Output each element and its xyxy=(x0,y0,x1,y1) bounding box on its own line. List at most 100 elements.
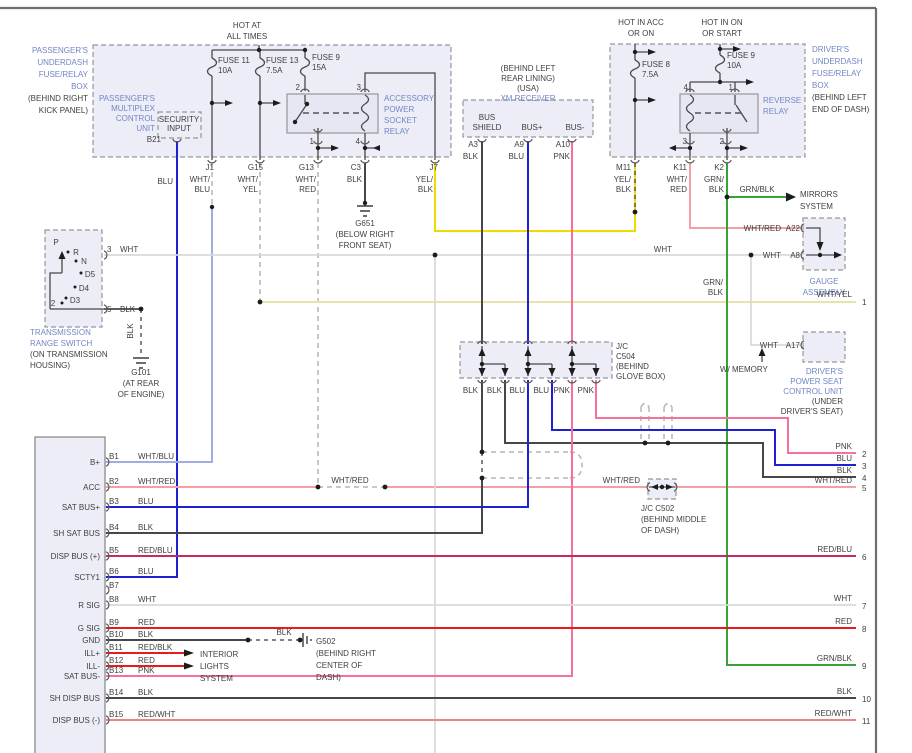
wire-color: WHT xyxy=(834,594,852,603)
gear-n: N xyxy=(81,257,87,266)
label-seat-unit-loc: DRIVER'S SEAT) xyxy=(781,407,844,416)
pin-relay1-2: 2 xyxy=(296,83,301,92)
wire-color: BLK xyxy=(138,630,154,639)
pin-b3: B3 xyxy=(109,497,119,506)
label-g502: G502 xyxy=(316,637,336,646)
signal-sh-sat-bus: SH SAT BUS xyxy=(53,529,100,538)
wire-color: PNK xyxy=(578,386,595,395)
label-multiplex-unit: MULTIPLEX xyxy=(111,104,156,113)
gauge-assembly-box xyxy=(802,217,846,271)
label-passenger-box-loc: (BEHIND RIGHT xyxy=(28,94,88,103)
wire-color: WHT/RED xyxy=(603,476,641,485)
pin-a8: A8 xyxy=(790,251,800,260)
label-seat-unit-loc: (UNDER xyxy=(812,397,843,406)
pin-relay2-4: 4 xyxy=(684,83,689,92)
label-jc-c502: (BEHIND MIDDLE xyxy=(641,515,706,524)
wire-color: GRN/BLK xyxy=(739,185,775,194)
pin-b4: B4 xyxy=(109,523,119,532)
label-hot-in-on: HOT IN ON xyxy=(701,18,742,27)
wire-color: BLK xyxy=(463,386,479,395)
label-passenger-box: BOX xyxy=(71,82,89,91)
wire-color: RED xyxy=(138,618,155,627)
pin-trans-5: 5 xyxy=(107,305,112,314)
pin-b8: B8 xyxy=(109,595,119,604)
label-reverse-relay: REVERSE xyxy=(763,96,801,105)
pin-b11: B11 xyxy=(109,643,123,652)
wire-color: PNK xyxy=(554,152,571,161)
wire-color: WHT xyxy=(120,245,138,254)
wire-color: RED xyxy=(138,656,155,665)
label-passenger-box: UNDERDASH xyxy=(37,58,88,67)
wire-color: WHT/RED xyxy=(331,476,369,485)
label-reverse-relay: RELAY xyxy=(763,107,789,116)
wire-color: YEL xyxy=(243,185,259,194)
label-accessory-relay: POWER xyxy=(384,105,414,114)
label-jc-c504: GLOVE BOX) xyxy=(616,372,666,381)
edge-number-3: 3 xyxy=(862,462,867,471)
pin-relay1-3: 3 xyxy=(357,83,362,92)
driver-power-seat-unit-box xyxy=(802,331,846,363)
wire-color: WHT/RED xyxy=(138,477,176,486)
wire-color: RED/WHT xyxy=(815,709,852,718)
label-passenger-box: FUSE/RELAY xyxy=(39,70,89,79)
label-accessory-relay: RELAY xyxy=(384,127,410,136)
wire-color: BLK xyxy=(138,523,154,532)
shield-bracket-c504 xyxy=(482,451,583,479)
pin-a9: A9 xyxy=(514,140,524,149)
pin-b9: B9 xyxy=(109,618,119,627)
wire-color: BLK xyxy=(347,175,363,184)
wire-color: RED xyxy=(835,617,852,626)
label-hot-at-all-times: ALL TIMES xyxy=(227,32,267,41)
label-jc-c504: (BEHIND xyxy=(616,362,649,371)
label-xm-loc: REAR LINING) xyxy=(501,74,555,83)
pin-b2: B2 xyxy=(109,477,119,486)
label-driver-box-loc: END OF DASH) xyxy=(812,105,870,114)
label-g502: (BEHIND RIGHT xyxy=(316,649,376,658)
pin-b5: B5 xyxy=(109,546,119,555)
wire-color: WHT xyxy=(760,341,778,350)
wire-color: BLK xyxy=(120,305,136,314)
edge-number-9: 9 xyxy=(862,662,867,671)
ground-g101 xyxy=(133,357,149,369)
pin-relay2-1: 1 xyxy=(729,83,734,92)
label-w-memory: W/ MEMORY xyxy=(720,365,769,374)
label-seat-unit: POWER SEAT xyxy=(790,377,843,386)
edge-number-2: 2 xyxy=(862,450,867,459)
label-g651: (BELOW RIGHT xyxy=(336,230,395,239)
pin-relay1-1: 1 xyxy=(310,137,315,146)
label-driver-box-loc: (BEHIND LEFT xyxy=(812,93,867,102)
label-jc-c502: OF DASH) xyxy=(641,526,680,535)
label-fuse13: FUSE 13 xyxy=(266,56,299,65)
wire-color: BLK xyxy=(837,466,853,475)
signal-gnd: GND xyxy=(82,636,100,645)
wire-color: BLU xyxy=(138,497,154,506)
wire-color: BLK xyxy=(709,185,725,194)
label-jc-c504: C504 xyxy=(616,352,636,361)
label-seat-unit: DRIVER'S xyxy=(806,367,843,376)
wire-color: BLK xyxy=(487,386,503,395)
wire-color: RED/BLK xyxy=(138,643,173,652)
wire-color: WHT xyxy=(654,245,672,254)
pin-relay2-3: 3 xyxy=(683,137,688,146)
wire-color: WHT/ xyxy=(238,175,259,184)
wire-color: BLU xyxy=(509,386,525,395)
wire-color: BLK xyxy=(708,288,724,297)
label-multiplex-unit: CONTROL xyxy=(116,114,156,123)
pin-a10: A10 xyxy=(556,140,571,149)
pin-relay1-4: 4 xyxy=(356,137,361,146)
edge-number-6: 6 xyxy=(862,553,867,562)
label-fuse9-15a: FUSE 9 xyxy=(312,53,341,62)
gear-p: P xyxy=(53,238,58,247)
label-security-input: INPUT xyxy=(167,124,191,133)
label-gauge-assembly: GAUGE xyxy=(810,277,839,286)
gear-2: 2 xyxy=(51,299,56,308)
label-driver-box: FUSE/RELAY xyxy=(812,69,862,78)
label-g651: FRONT SEAT) xyxy=(339,241,392,250)
wire-c504-pnk1 xyxy=(106,380,573,677)
label-interior-lights: INTERIOR xyxy=(200,650,238,659)
label-g101: (AT REAR xyxy=(123,379,160,388)
label-trans-switch-loc: (ON TRANSMISSION xyxy=(30,350,108,359)
signal-g-sig: G SIG xyxy=(78,624,100,633)
label-driver-box: UNDERDASH xyxy=(812,57,863,66)
label-fuse8: 7.5A xyxy=(642,70,659,79)
